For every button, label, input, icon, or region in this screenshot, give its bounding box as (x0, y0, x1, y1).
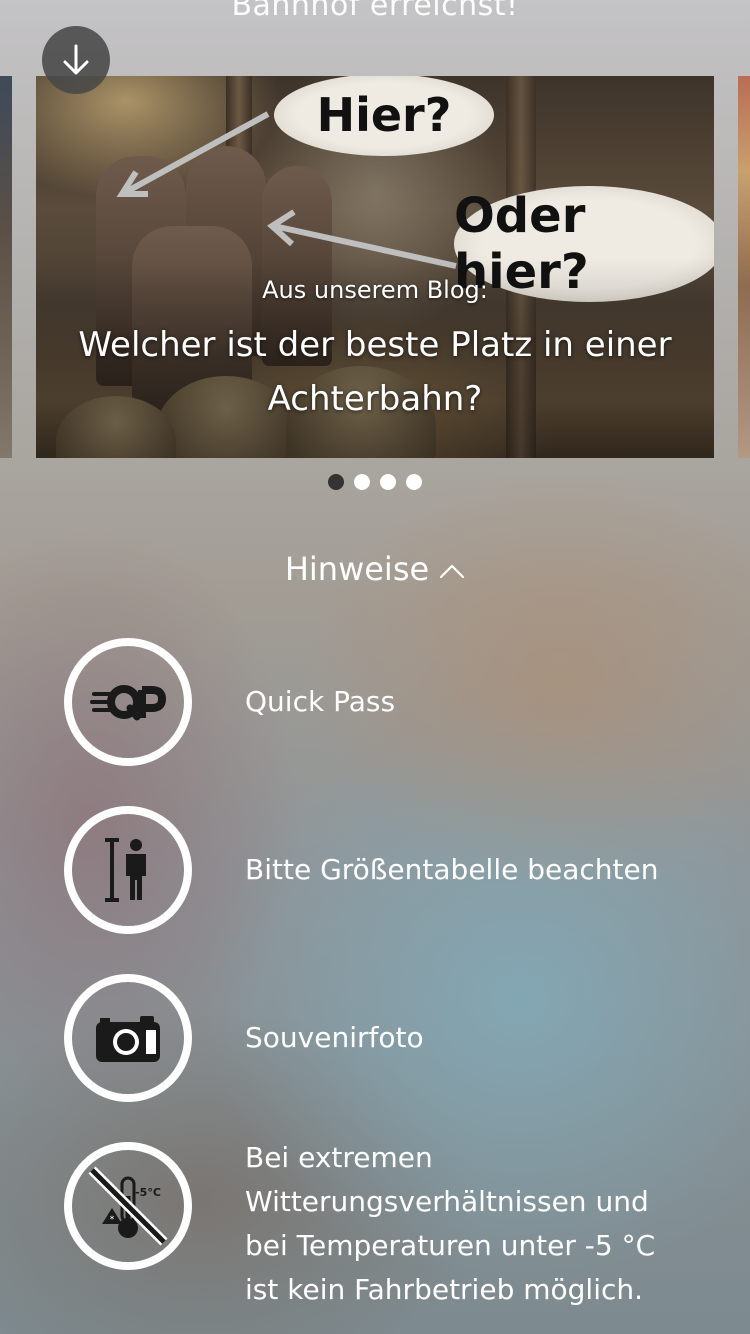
blog-title: Welcher ist der beste Platz in einer Ach… (78, 325, 672, 419)
pagination-dot[interactable] (380, 474, 396, 490)
hint-label: Bei extremen Witterungsverhältnissen und… (245, 1141, 656, 1306)
carousel-card-previous[interactable] (0, 76, 12, 458)
hint-souvenir-photo: Souvenirfoto (64, 974, 704, 1102)
chevron-up-icon (440, 564, 465, 579)
blog-carousel-card[interactable]: Hier? Oder hier? Aus unserem Blog: Welch… (36, 76, 714, 458)
snowflake-icon: * (110, 1215, 115, 1225)
hint-height-chart: Bitte Größentabelle beachten (64, 806, 704, 934)
hint-label: Bitte Größentabelle beachten (245, 853, 659, 886)
pagination-dot[interactable] (406, 474, 422, 490)
hint-icon-badge (64, 806, 192, 934)
quick-pass-icon (90, 685, 166, 721)
hint-label: Quick Pass (245, 685, 396, 718)
arrow-down-icon (63, 44, 89, 75)
temperature-label: -5°C (135, 1186, 161, 1199)
blog-kicker: Aus unserem Blog: (262, 276, 488, 304)
hint-label: Souvenirfoto (245, 1021, 424, 1054)
hint-icon-badge (64, 638, 192, 766)
previous-section-text: Bahnhof erreichst! (231, 0, 519, 23)
pagination-dot[interactable] (328, 474, 344, 490)
pagination-dot[interactable] (354, 474, 370, 490)
hint-icon-badge: * -5°C (64, 1142, 192, 1270)
carousel-card-next[interactable] (738, 76, 750, 458)
hint-quick-pass: Quick Pass (64, 638, 704, 766)
scroll-down-button[interactable] (42, 26, 110, 94)
hint-icon-badge (64, 974, 192, 1102)
no-cold-weather-icon: * -5°C (88, 1166, 168, 1246)
camera-icon (96, 1016, 160, 1062)
carousel-pagination[interactable] (0, 474, 750, 490)
section-title: Hinweise (284, 550, 430, 588)
hint-weather: * -5°C Bei extremen Witterungsverhältnis… (64, 1141, 704, 1312)
height-chart-icon (105, 838, 146, 902)
hints-section-toggle[interactable]: Hinweise (0, 550, 750, 588)
